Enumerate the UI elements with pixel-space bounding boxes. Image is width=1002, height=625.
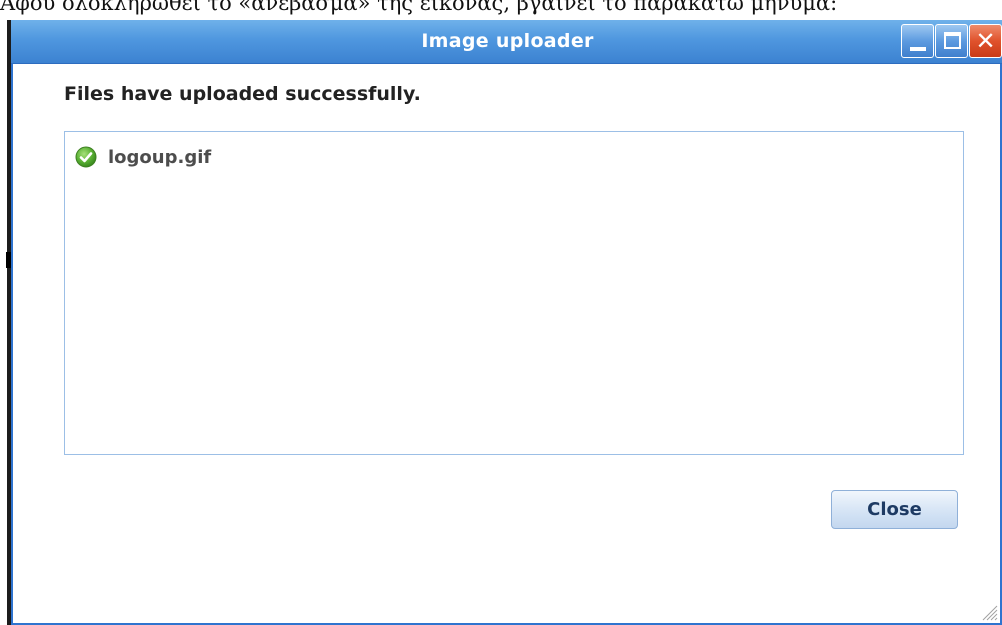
list-item[interactable]: logoup.gif [75, 144, 211, 170]
resize-grip-icon[interactable] [980, 603, 998, 621]
uploaded-files-list[interactable]: logoup.gif [64, 131, 964, 455]
window-close-button[interactable]: ✕ [969, 24, 1002, 58]
minimize-icon [910, 47, 926, 51]
window-title: Image uploader [421, 30, 594, 52]
check-circle-icon [75, 146, 97, 168]
screenshot-page: Αφού ολοκληρωθεί το «ανέβασμα» της εικόν… [0, 0, 1002, 625]
window-controls: ✕ [901, 24, 1002, 58]
window-titlebar[interactable]: Image uploader ✕ [11, 20, 1002, 64]
close-button[interactable]: Close [831, 490, 958, 529]
maximize-button[interactable] [935, 24, 968, 58]
maximize-icon [944, 32, 961, 49]
file-name: logoup.gif [108, 146, 212, 168]
close-icon: ✕ [975, 27, 996, 55]
background-document-caption: Αφού ολοκληρωθεί το «ανέβασμα» της εικόν… [0, 0, 838, 15]
minimize-button[interactable] [901, 24, 934, 58]
upload-status-message: Files have uploaded successfully. [64, 83, 421, 105]
image-uploader-window: Image uploader ✕ Files have uploaded suc… [11, 20, 1002, 625]
